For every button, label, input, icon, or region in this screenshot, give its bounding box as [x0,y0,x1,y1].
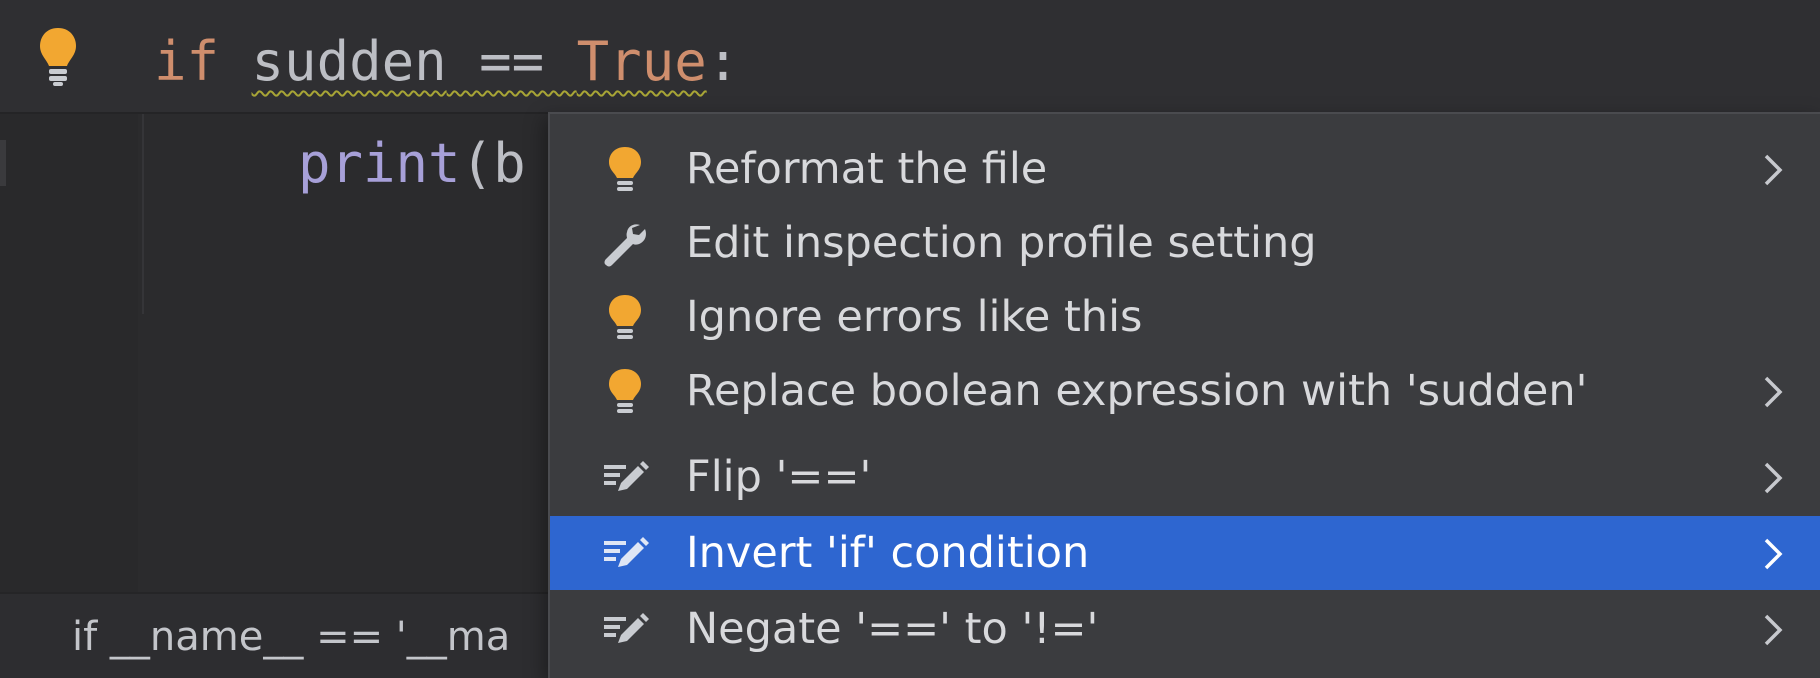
menu-item-label: Flip '==' [686,452,872,502]
indent-guide [142,114,144,314]
menu-item-label: Invert 'if' condition [686,528,1090,578]
menu-item-replace-boolean-expression[interactable]: Replace boolean expression with 'sudden' [550,354,1820,428]
builtin-print: print [298,132,461,195]
menu-item-label: Negate '==' to '!=' [686,604,1099,654]
code-line-2[interactable]: print(b [298,132,526,196]
chevron-right-icon [1764,462,1783,494]
intention-icon [604,537,649,567]
menu-item-reformat-file[interactable]: Reformat the file [550,132,1820,206]
breadcrumb-text[interactable]: if __name__ == '__ma [72,614,510,660]
menu-item-label: Edit inspection profile setting [686,218,1317,268]
identifier-sudden: sudden [251,30,447,93]
editor-gutter [0,114,138,592]
chevron-right-icon [1764,614,1783,646]
gutter-marker [0,140,6,186]
code-line-1[interactable]: if sudden == True: [154,30,739,94]
intention-icon [604,613,649,643]
intention-icon [604,461,649,491]
menu-item-invert-if-condition[interactable]: Invert 'if' condition [550,516,1820,590]
chevron-right-icon [1764,376,1783,408]
chevron-right-icon [1764,154,1783,186]
operator-eq: == [446,30,577,93]
menu-item-label: Ignore errors like this [686,292,1143,342]
bulb-icon[interactable] [36,24,80,88]
bulb-icon [609,369,641,413]
wrench-icon [604,224,646,267]
chevron-right-icon [1764,538,1783,570]
menu-item-label: Replace boolean expression with 'sudden' [686,366,1588,416]
call-args: (b [460,132,526,195]
keyword-true: True [576,30,707,93]
intention-actions-popup[interactable]: Reformat the file Edit inspection profil… [548,112,1820,678]
bulb-icon [609,147,641,191]
menu-item-ignore-errors[interactable]: Ignore errors like this [550,280,1820,354]
menu-item-negate-eq[interactable]: Negate '==' to '!=' [550,592,1820,666]
menu-item-edit-inspection-profile[interactable]: Edit inspection profile setting [550,206,1820,280]
menu-item-flip-eq[interactable]: Flip '==' [550,440,1820,514]
colon: : [706,30,740,93]
menu-item-label: Reformat the file [686,144,1048,194]
keyword-if: if [154,30,220,93]
bulb-icon [609,295,641,339]
